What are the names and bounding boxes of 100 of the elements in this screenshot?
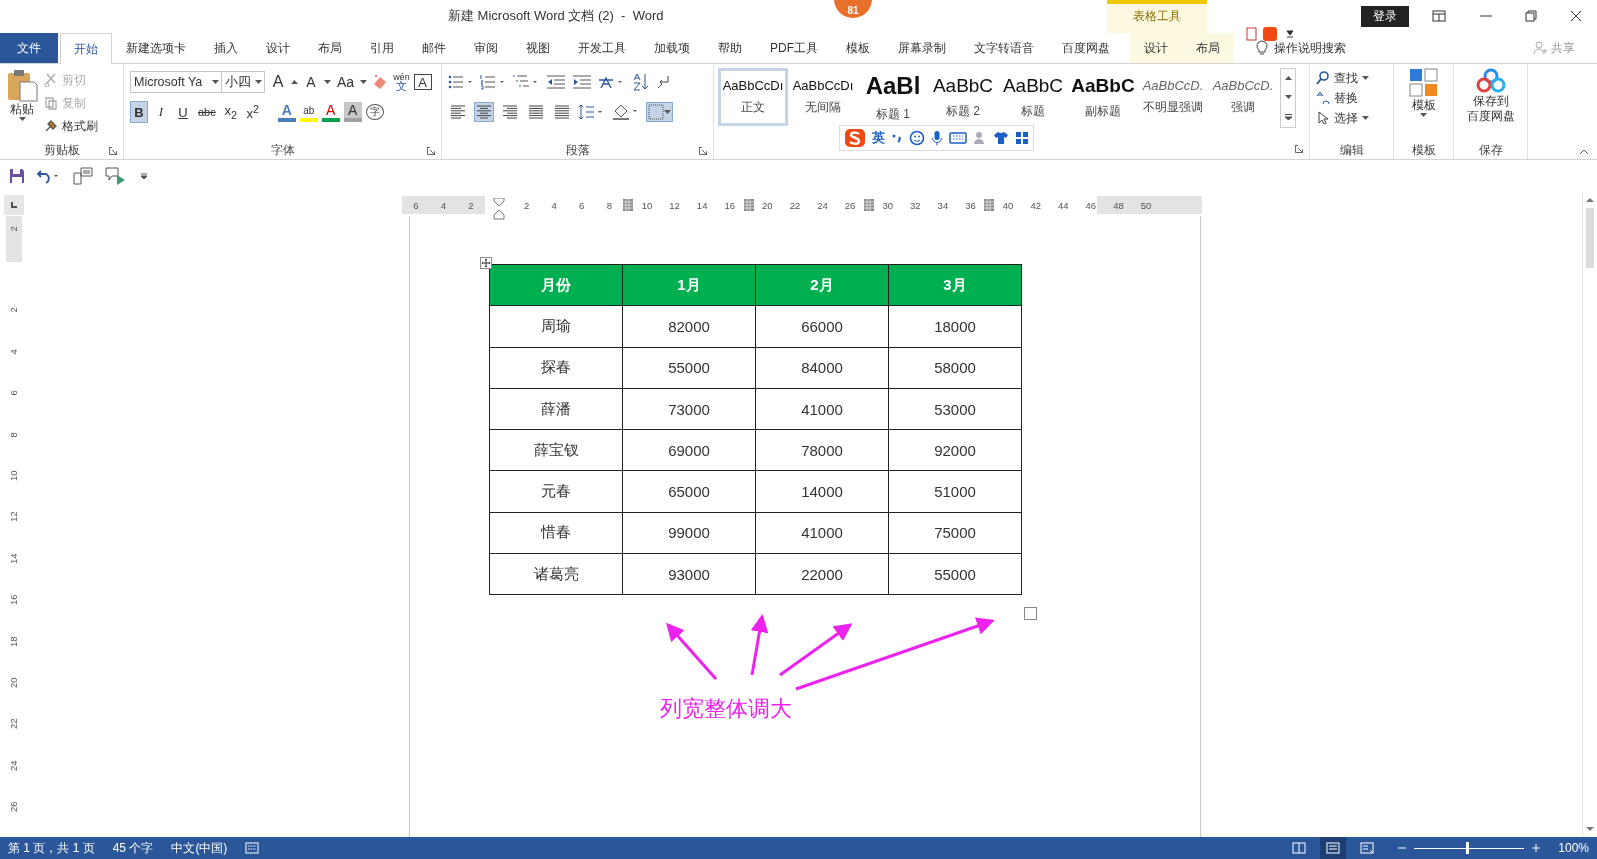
undo-icon[interactable]: [37, 168, 61, 184]
column-marker[interactable]: [743, 199, 754, 211]
align-button[interactable]: [474, 102, 494, 122]
dialog-launcher-icon[interactable]: [1295, 145, 1303, 153]
style-item[interactable]: AaBbCcDı 正文: [718, 68, 788, 126]
ribbon-tab[interactable]: 视图: [512, 33, 564, 63]
font-size-field[interactable]: 小四: [221, 71, 265, 93]
find-button[interactable]: 查找: [1316, 68, 1387, 88]
increase-indent-icon[interactable]: [572, 74, 592, 90]
ribbon-tab[interactable]: 新建选项卡: [112, 33, 200, 63]
ribbon-tab[interactable]: 布局: [304, 33, 356, 63]
save-to-cloud-button[interactable]: 保存到 百度网盘: [1466, 68, 1515, 141]
status-text[interactable]: 中文(中国): [171, 839, 228, 857]
gallery-scroll-control[interactable]: [1280, 68, 1296, 128]
column-marker[interactable]: [623, 199, 634, 211]
shading-icon[interactable]: [612, 103, 640, 121]
font-effect-button[interactable]: A: [343, 102, 362, 122]
customize-icon[interactable]: [139, 171, 149, 181]
ime-logo-icon[interactable]: [844, 128, 866, 148]
indent-marker[interactable]: [492, 198, 505, 220]
dialog-launcher-icon[interactable]: [109, 147, 117, 155]
comment-play-icon[interactable]: [105, 167, 127, 185]
column-marker[interactable]: [984, 199, 995, 211]
format-button[interactable]: I: [152, 101, 170, 123]
align-button[interactable]: [500, 102, 520, 122]
character-border-button[interactable]: A: [413, 74, 432, 90]
microphone-icon[interactable]: [931, 130, 943, 146]
ribbon-tab[interactable]: 邮件: [408, 33, 460, 63]
ribbon-tab[interactable]: PDF工具: [756, 33, 832, 63]
keyboard-icon[interactable]: [949, 131, 967, 145]
ribbon-tab[interactable]: 帮助: [704, 33, 756, 63]
zoom-thumb[interactable]: [1466, 842, 1469, 854]
ribbon-display-icon[interactable]: [1432, 10, 1446, 22]
ribbon-tab[interactable]: 设计: [252, 33, 304, 63]
style-item[interactable]: AaBbC 标题 2: [928, 68, 998, 126]
zoom-in-icon[interactable]: [1532, 844, 1541, 852]
borders-button[interactable]: [646, 102, 673, 122]
input-language[interactable]: 英: [872, 129, 885, 147]
ribbon-tab[interactable]: 屏幕录制: [884, 33, 960, 63]
view-mode-button[interactable]: [1320, 837, 1347, 859]
clipboard-action[interactable]: 格式刷: [44, 116, 98, 136]
font-effect-button[interactable]: A: [277, 102, 296, 122]
format-button[interactable]: x$_{2}$: [221, 101, 240, 123]
replace-button[interactable]: 替换: [1316, 88, 1387, 108]
grow-font-button[interactable]: A: [269, 71, 287, 93]
macro-icon[interactable]: [245, 842, 260, 854]
restore-icon[interactable]: [1525, 10, 1537, 22]
ribbon-tab[interactable]: 加载项: [640, 33, 704, 63]
status-text[interactable]: 45 个字: [112, 839, 154, 857]
tab-selector[interactable]: [4, 195, 24, 215]
zoom-level[interactable]: 100%: [1558, 841, 1589, 855]
bullet-list-icon[interactable]: [448, 74, 474, 90]
style-item[interactable]: AaBl 标题 1: [858, 68, 928, 126]
document-icon[interactable]: [73, 167, 93, 185]
ribbon-tab[interactable]: 插入: [200, 33, 252, 63]
ribbon-tab[interactable]: 布局: [1182, 33, 1234, 63]
multilevel-list-icon[interactable]: [512, 74, 540, 90]
status-text[interactable]: 第 1 页，共 1 页: [8, 839, 95, 857]
table-move-handle[interactable]: [480, 257, 492, 269]
ribbon-tab[interactable]: 设计: [1130, 33, 1182, 63]
shirt-icon[interactable]: [993, 131, 1009, 145]
ribbon-tab[interactable]: 文件: [0, 33, 58, 63]
font-name-field[interactable]: Microsoft Ya: [130, 71, 222, 93]
select-button[interactable]: 选择: [1316, 108, 1387, 128]
ribbon-tab[interactable]: 审阅: [460, 33, 512, 63]
paste-button[interactable]: 粘贴: [6, 68, 38, 141]
align-button[interactable]: [552, 102, 572, 122]
ribbon-tab[interactable]: 引用: [356, 33, 408, 63]
scrollbar-thumb[interactable]: [1586, 208, 1594, 268]
font-effect-button[interactable]: ab: [299, 102, 318, 122]
ribbon-tab[interactable]: 百度网盘: [1048, 33, 1124, 63]
shrink-font-button[interactable]: A: [302, 71, 320, 93]
dialog-launcher-icon[interactable]: [427, 147, 435, 155]
style-item[interactable]: AaBbCcD. 不明显强调: [1138, 68, 1208, 126]
template-button[interactable]: 模板: [1408, 68, 1439, 141]
column-marker[interactable]: [863, 199, 874, 211]
dialog-launcher-icon[interactable]: [699, 147, 707, 155]
decrease-indent-icon[interactable]: [546, 74, 566, 90]
phonetic-guide-button[interactable]: wén 文: [393, 73, 410, 91]
ribbon-tab[interactable]: 开始: [60, 33, 112, 64]
login-button[interactable]: 登录: [1361, 6, 1409, 27]
ribbon-tab[interactable]: 模板: [832, 33, 884, 63]
align-button[interactable]: [448, 102, 468, 122]
grid-icon[interactable]: [1015, 131, 1029, 145]
style-item[interactable]: AaBbCcD. 强调: [1208, 68, 1278, 126]
zoom-out-icon[interactable]: [1398, 844, 1407, 852]
format-button[interactable]: abc: [196, 101, 218, 123]
ribbon-tab[interactable]: 文字转语音: [960, 33, 1048, 63]
ribbon-tab[interactable]: 开发工具: [564, 33, 640, 63]
sort-icon[interactable]: [632, 73, 650, 91]
close-icon[interactable]: [1570, 10, 1582, 22]
change-case-button[interactable]: Aa: [335, 71, 357, 93]
font-effect-button[interactable]: A: [321, 102, 340, 122]
style-item[interactable]: AaBbCcDı 无间隔: [788, 68, 858, 126]
style-item[interactable]: AaBbC 标题: [998, 68, 1068, 126]
table-resize-handle[interactable]: [1024, 607, 1037, 620]
collapse-ribbon-icon[interactable]: [1579, 149, 1589, 155]
align-button[interactable]: [526, 102, 546, 122]
format-button[interactable]: x$^{2}$: [243, 101, 262, 123]
style-item[interactable]: AaBbC 副标题: [1068, 68, 1138, 126]
